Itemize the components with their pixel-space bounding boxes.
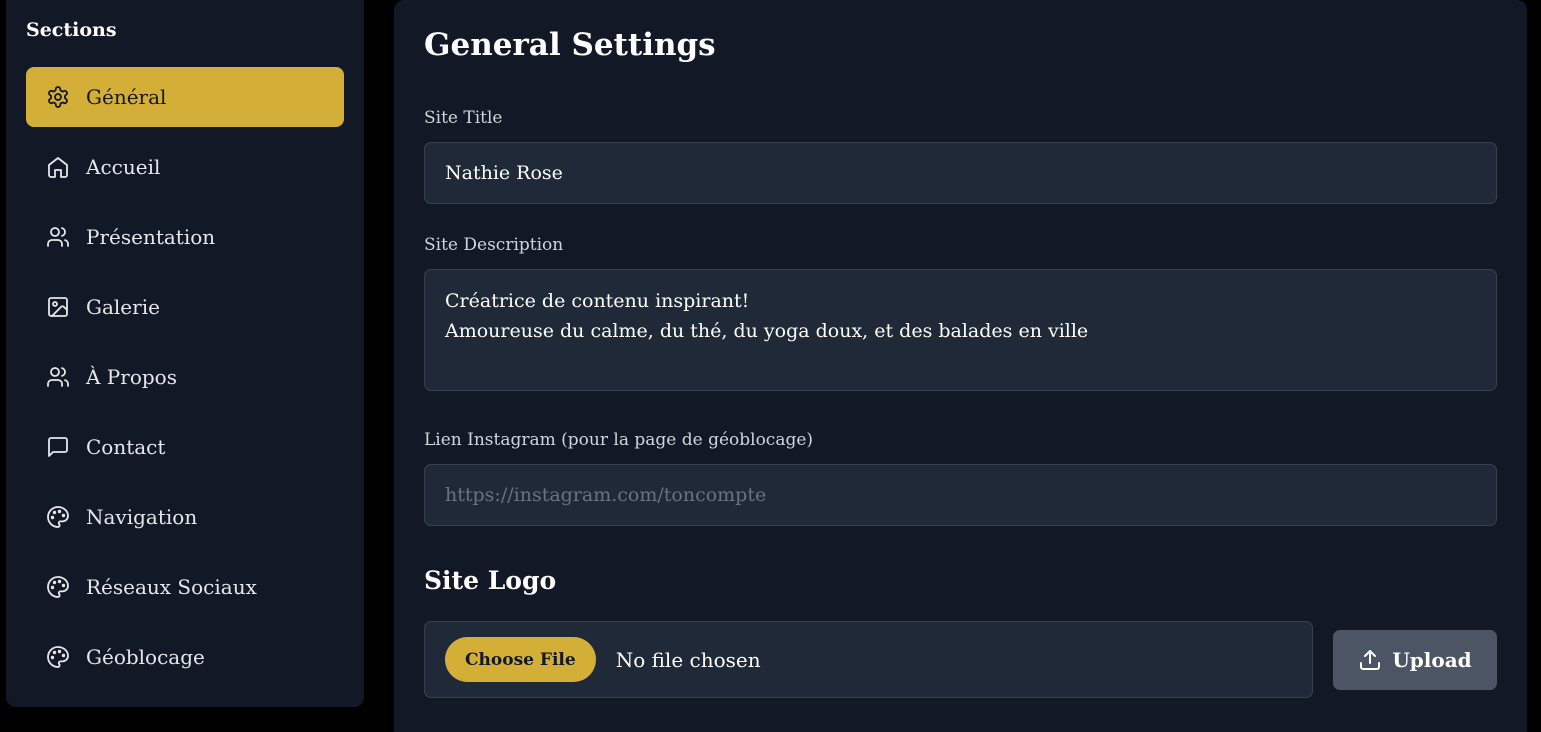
users-icon: [46, 365, 70, 389]
palette-icon: [46, 505, 70, 529]
site-description-label: Site Description: [424, 235, 564, 255]
upload-icon: [1360, 650, 1381, 670]
image-icon: [46, 295, 70, 319]
file-status-text: No file chosen: [615, 647, 761, 672]
site-description-textarea[interactable]: [424, 269, 1497, 391]
sidebar-item-galerie[interactable]: Galerie: [26, 277, 344, 337]
sidebar-item-navigation[interactable]: Navigation: [26, 487, 344, 547]
upload-button-label: Upload: [1392, 648, 1472, 672]
users-icon: [46, 225, 70, 249]
message-square-icon: [46, 435, 70, 459]
page-title: General Settings: [424, 27, 716, 63]
site-title-input[interactable]: [424, 142, 1497, 204]
sidebar-item-label: Réseaux Sociaux: [86, 575, 257, 599]
sidebar-heading: Sections: [26, 19, 117, 41]
site-logo-title: Site Logo: [424, 566, 557, 595]
upload-button[interactable]: Upload: [1333, 630, 1497, 690]
sidebar-item-presentation[interactable]: Présentation: [26, 207, 344, 267]
sidebar-item-geoblocage[interactable]: Géoblocage: [26, 627, 344, 687]
sidebar-item-reseaux-sociaux[interactable]: Réseaux Sociaux: [26, 557, 344, 617]
sidebar-item-label: Accueil: [86, 155, 161, 179]
sidebar-item-label: Présentation: [86, 225, 216, 249]
home-icon: [46, 155, 70, 179]
sidebar-item-accueil[interactable]: Accueil: [26, 137, 344, 197]
sidebar-nav: Général Accueil Présentation Galerie À P…: [26, 67, 344, 697]
sidebar-item-label: Galerie: [86, 295, 160, 319]
settings-panel: General Settings Site Title Site Descrip…: [394, 0, 1527, 732]
site-title-label: Site Title: [424, 108, 503, 128]
sidebar-item-general[interactable]: Général: [26, 67, 344, 127]
palette-icon: [46, 645, 70, 669]
palette-icon: [46, 575, 70, 599]
gear-icon: [46, 85, 70, 109]
logo-file-input[interactable]: Choose File No file chosen: [424, 621, 1313, 698]
sidebar-item-label: Contact: [86, 435, 166, 459]
instagram-link-label: Lien Instagram (pour la page de géobloca…: [424, 430, 814, 450]
sidebar-item-label: Géoblocage: [86, 645, 205, 669]
sidebar-item-a-propos[interactable]: À Propos: [26, 347, 344, 407]
sidebar-item-label: À Propos: [86, 365, 177, 389]
sidebar: Sections Général Accueil Présentation Ga…: [6, 0, 364, 707]
sidebar-item-label: Général: [86, 85, 167, 109]
instagram-link-input[interactable]: [424, 464, 1497, 526]
sidebar-item-label: Navigation: [86, 505, 198, 529]
sidebar-item-contact[interactable]: Contact: [26, 417, 344, 477]
choose-file-button[interactable]: Choose File: [445, 637, 596, 682]
